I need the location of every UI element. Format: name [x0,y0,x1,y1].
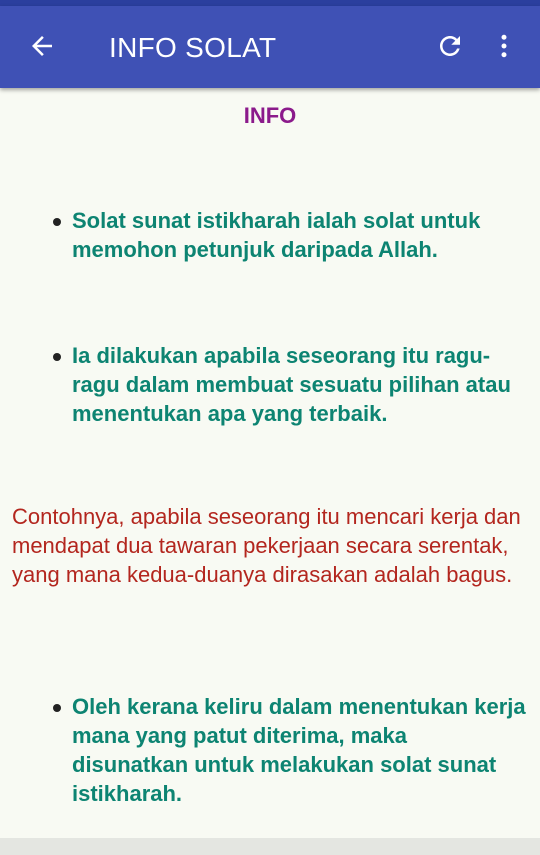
bullet-dot-icon [53,704,61,712]
refresh-icon [435,31,465,66]
bullet-text: Ia dilakukan apabila seseorang itu ragu-… [72,343,511,426]
page-heading: INFO [243,103,297,128]
info-content: INFO Solat sunat istikharah ialah solat … [0,88,540,838]
bullet-item: Oleh kerana keliru dalam menentukan kerj… [50,692,528,808]
app-title: INFO SOLAT [109,32,277,63]
bullet-dot-icon [53,353,61,361]
bullet-item: Ia dilakukan apabila seseorang itu ragu-… [50,341,528,428]
back-button[interactable] [14,26,70,70]
bullet-item: Solat sunat istikharah ialah solat untuk… [50,206,528,264]
bottom-divider [0,838,540,855]
app-bar: INFO SOLAT [0,6,540,88]
bullet-dot-icon [53,218,61,226]
more-vertical-icon [489,31,519,66]
arrow-left-icon [27,31,57,66]
refresh-button[interactable] [428,26,472,70]
bullet-text: Solat sunat istikharah ialah solat untuk… [72,208,481,262]
example-note: Contohnya, apabila seseorang itu mencari… [12,504,521,587]
bullet-text: Oleh kerana keliru dalam menentukan kerj… [72,694,526,806]
overflow-menu-button[interactable] [482,26,526,70]
